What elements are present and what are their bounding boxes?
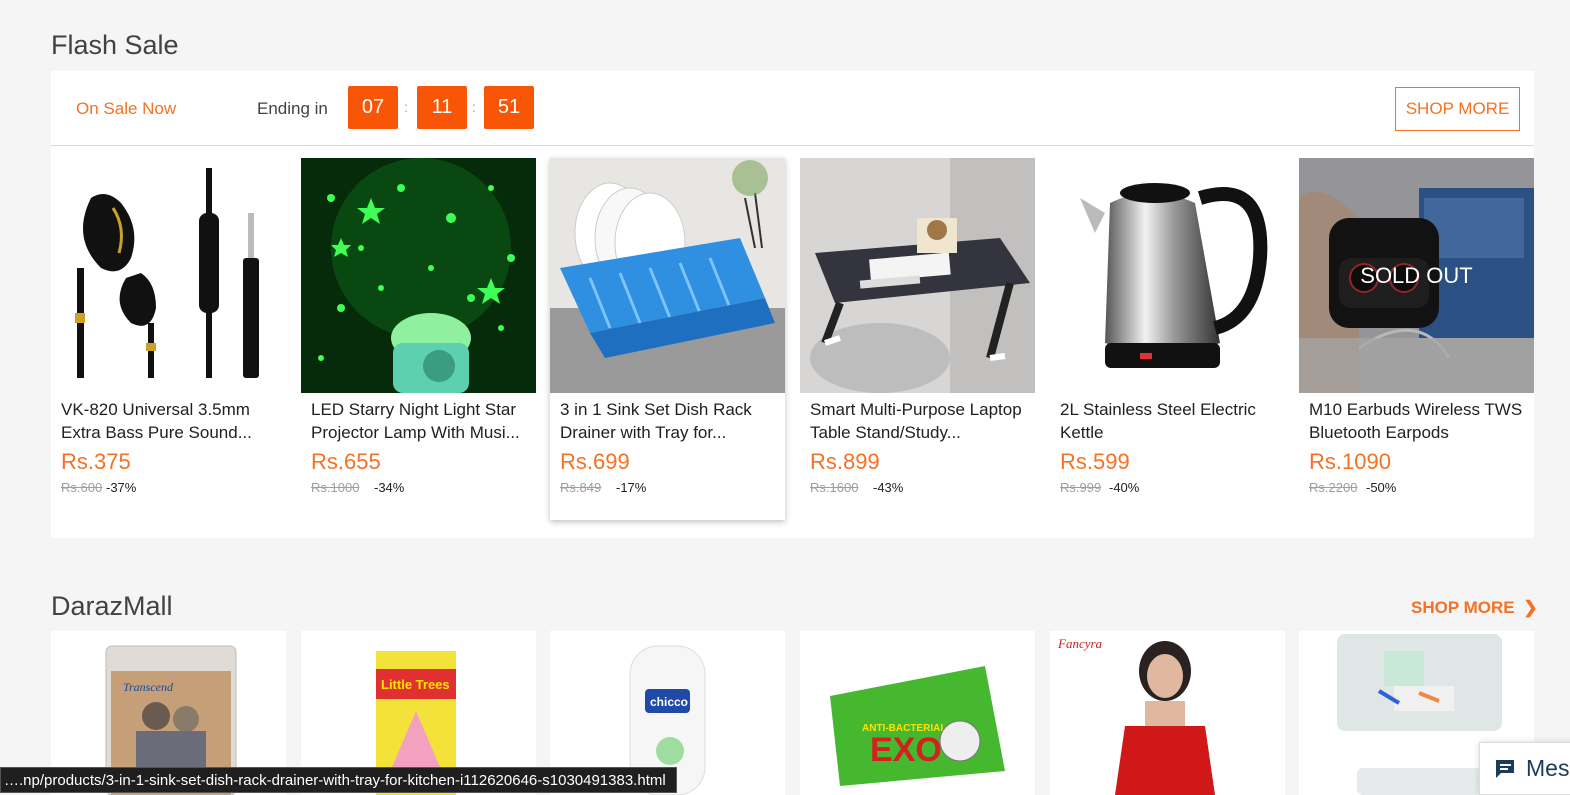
fancyra-brand-text: Fancyra [1057, 636, 1103, 651]
product-original-price: Rs.1000 [311, 480, 360, 495]
flash-sale-title: Flash Sale [51, 30, 179, 60]
ending-in-label: Ending in [257, 99, 328, 118]
product-discount: -43% [873, 480, 904, 495]
chevron-right-icon: ❯ [1523, 598, 1538, 617]
product-price: Rs.375 [61, 449, 131, 474]
product-price: Rs.699 [560, 449, 630, 474]
product-original-price: Rs.999 [1060, 480, 1102, 495]
on-sale-now-label: On Sale Now [76, 99, 177, 118]
mall-card-fancyra[interactable]: Fancyra [1050, 631, 1285, 795]
product-original-price: Rs.849 [560, 480, 602, 495]
product-name[interactable]: 2L Stainless Steel Electric Kettle [1060, 398, 1278, 444]
messages-label: Mes [1526, 755, 1570, 781]
kettle-image [1050, 158, 1285, 393]
chicco-brand-text: chicco [650, 695, 688, 709]
product-card-earphones[interactable]: VK-820 Universal 3.5mm Extra Bass Pure S… [51, 158, 286, 520]
status-bar-url: ….np/products/3-in-1-sink-set-dish-rack-… [0, 767, 677, 793]
product-card-dish-rack[interactable]: 3 in 1 Sink Set Dish Rack Drainer with T… [550, 158, 785, 520]
little-trees-brand-text: Little Trees [381, 677, 450, 692]
product-name[interactable]: 3 in 1 Sink Set Dish Rack Drainer with T… [560, 398, 778, 444]
product-card-laptop-table[interactable]: Smart Multi-Purpose Laptop Table Stand/S… [800, 158, 1035, 520]
earphones-image [51, 158, 286, 393]
star-projector-image [301, 158, 536, 393]
product-original-price: Rs.1600 [810, 480, 859, 495]
product-discount: -40% [1109, 480, 1140, 495]
messages-button[interactable]: Mes [1479, 742, 1570, 795]
darazmall-title: DarazMall [51, 591, 173, 621]
product-price: Rs.899 [810, 449, 880, 474]
product-price: Rs.655 [311, 449, 381, 474]
chat-icon [1496, 760, 1514, 778]
dish-rack-image [550, 158, 785, 393]
flash-sale-header: On Sale Now Ending in 07 : 11 : 51 SHOP … [51, 71, 1534, 146]
timer-seconds: 51 [484, 86, 534, 129]
timer-hours: 07 [348, 86, 398, 129]
mall-shop-more-label: SHOP MORE [1411, 598, 1515, 617]
product-discount: -17% [616, 480, 647, 495]
product-card-kettle[interactable]: 2L Stainless Steel Electric Kettle Rs.59… [1050, 158, 1285, 520]
timer-minutes: 11 [417, 86, 467, 129]
product-original-price: Rs.600 [61, 480, 103, 495]
product-name[interactable]: Smart Multi-Purpose Laptop Table Stand/S… [810, 398, 1028, 444]
product-price: Rs.1090 [1309, 449, 1391, 474]
laptop-table-image [800, 158, 1035, 393]
mall-shop-more-link[interactable]: SHOP MORE ❯ [1411, 598, 1538, 618]
product-card-earbuds[interactable]: SOLD OUT M10 Earbuds Wireless TWS Blueto… [1299, 158, 1534, 520]
exo-brand-text: EXO [870, 731, 942, 769]
product-discount: -37% [106, 480, 137, 495]
product-name[interactable]: VK-820 Universal 3.5mm Extra Bass Pure S… [61, 398, 279, 444]
product-original-price: Rs.2200 [1309, 480, 1358, 495]
product-discount: -50% [1366, 480, 1397, 495]
timer-separator: : [404, 99, 408, 115]
product-discount: -34% [374, 480, 405, 495]
mall-card-exo[interactable]: ANTI-BACTERIAL EXO [800, 631, 1035, 795]
product-card-star-projector[interactable]: LED Starry Night Light Star Projector La… [301, 158, 536, 520]
sold-out-badge: SOLD OUT [1299, 158, 1534, 393]
product-name[interactable]: LED Starry Night Light Star Projector La… [311, 398, 529, 444]
flash-shop-more-button[interactable]: SHOP MORE [1395, 87, 1520, 131]
timer-separator: : [472, 99, 476, 115]
product-name[interactable]: M10 Earbuds Wireless TWS Bluetooth Earpo… [1309, 398, 1527, 444]
transcend-brand-text: Transcend [123, 680, 174, 694]
product-price: Rs.599 [1060, 449, 1130, 474]
